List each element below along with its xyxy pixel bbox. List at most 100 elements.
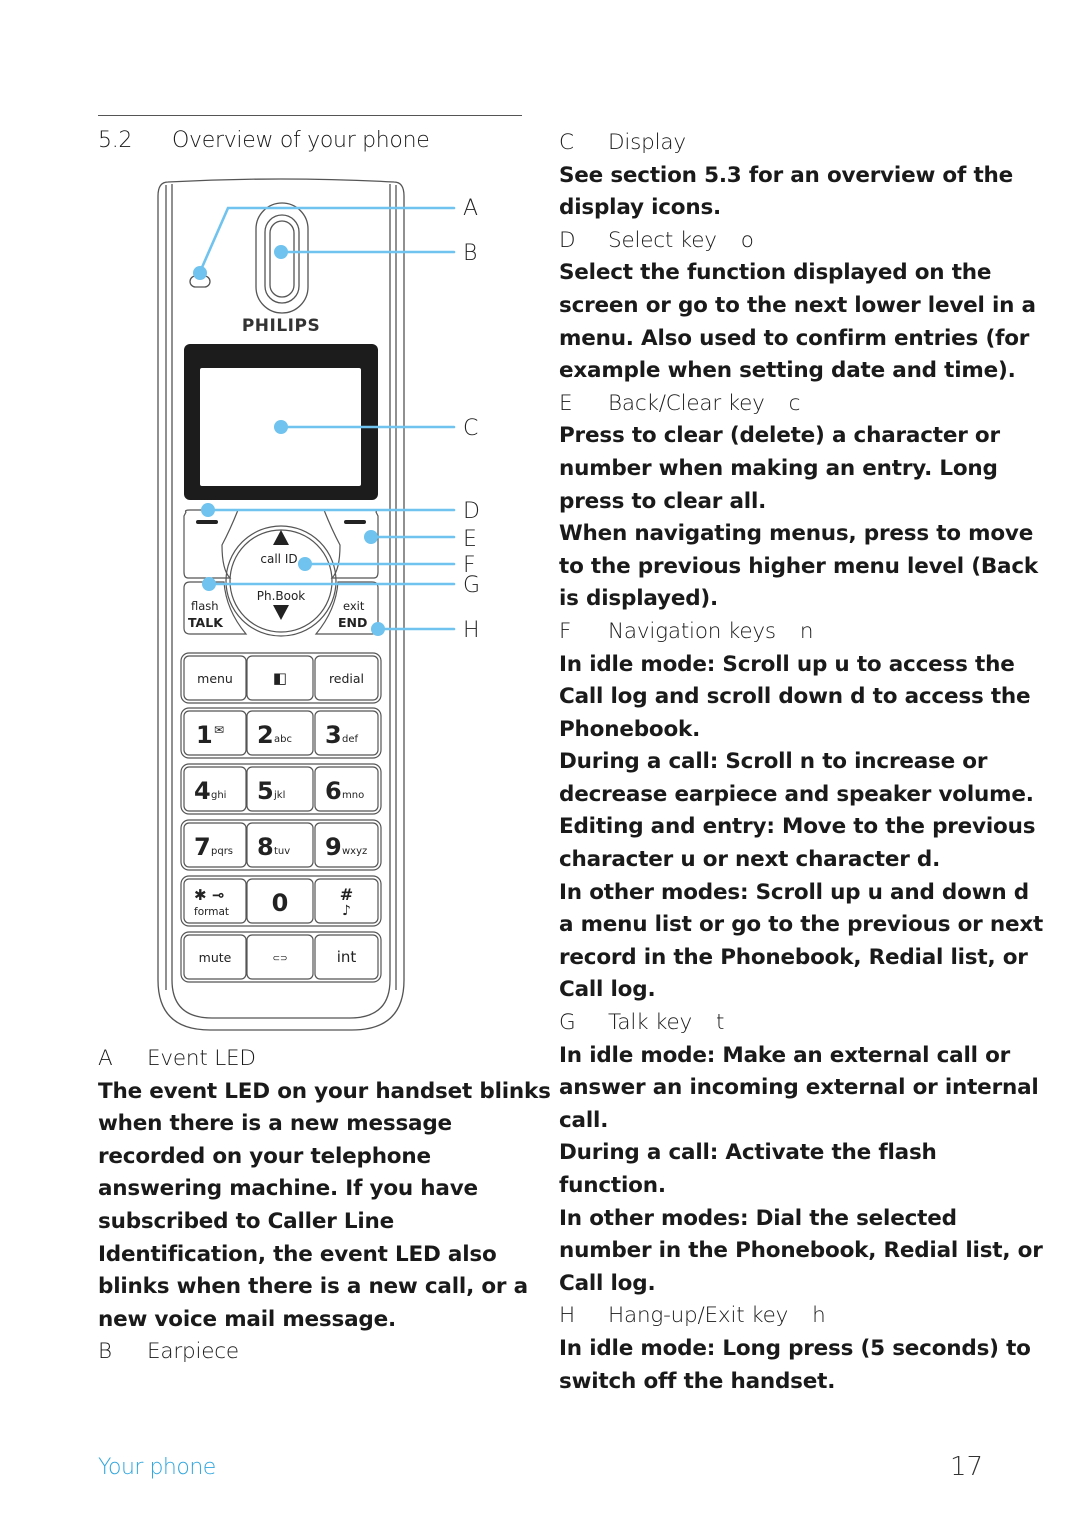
callout-dot-e bbox=[364, 530, 378, 544]
item-b-title: Earpiece bbox=[147, 1339, 239, 1365]
item-f-body-3: Editing and entry: Move to the previous … bbox=[559, 814, 1036, 873]
item-g-body-3: In other modes: Dial the selected number… bbox=[559, 1205, 1043, 1296]
item-f-heading: F Navigation keys n bbox=[559, 616, 1049, 649]
callout-label-h: H bbox=[463, 618, 480, 643]
keypad-key-letters: jkl bbox=[273, 790, 285, 801]
item-b-heading: B Earpiece bbox=[98, 1336, 558, 1369]
footer-section-name: Your phone bbox=[98, 1455, 216, 1480]
nav-down-arrow-icon bbox=[273, 605, 289, 620]
end-key-bottom-label: END bbox=[338, 615, 367, 630]
voicemail-icon: ✉ bbox=[214, 723, 224, 737]
keypad-key-letters: ghi bbox=[211, 790, 226, 801]
keypad-key-letters: pqrs bbox=[211, 846, 233, 857]
item-g-heading: G Talk key t bbox=[559, 1007, 1049, 1040]
item-e-letter: E bbox=[559, 390, 573, 416]
item-a-body: The event LED on your handset blinks whe… bbox=[98, 1078, 551, 1332]
keypad-key-sublabel: format bbox=[194, 906, 229, 918]
item-a-title: Event LED bbox=[147, 1046, 256, 1071]
talk-key-bottom-label: TALK bbox=[188, 615, 224, 630]
item-h-letter: H bbox=[559, 1303, 575, 1329]
item-g-letter: G bbox=[559, 1010, 576, 1036]
page-number: 17 bbox=[950, 1452, 984, 1482]
callout-dot-a bbox=[193, 266, 207, 280]
left-column: A Event LED The event LED on your handse… bbox=[98, 1043, 558, 1369]
keypad-key-digit: 7 bbox=[194, 833, 211, 861]
item-d-letter: D bbox=[559, 227, 576, 253]
nav-up-arrow-icon bbox=[273, 530, 289, 545]
item-h-body: In idle mode: Long press (5 seconds) to … bbox=[559, 1335, 1031, 1394]
keypad-key-label: menu bbox=[197, 671, 233, 686]
keypad-key-label: int bbox=[337, 948, 357, 966]
item-g-body-2: During a call: Activate the flash functi… bbox=[559, 1140, 937, 1198]
keypad-key-letters: def bbox=[342, 734, 359, 745]
back-key-symbol: c bbox=[788, 390, 801, 416]
callout-label-d: D bbox=[463, 499, 480, 524]
callout-label-e: E bbox=[463, 527, 477, 552]
keypad-key-letters: tuv bbox=[274, 846, 290, 857]
keypad-key-sublabel: ♪ bbox=[342, 903, 351, 919]
keypad-key-digit: 0 bbox=[272, 889, 289, 917]
item-d-heading: D Select key o bbox=[559, 225, 1049, 258]
item-g-body-1: In idle mode: Make an external call or a… bbox=[559, 1042, 1039, 1133]
select-key-symbol: o bbox=[740, 227, 754, 253]
callout-dot-d bbox=[201, 503, 215, 517]
callout-dot-c bbox=[274, 420, 288, 434]
keypad-key-symbol: ✱ ⊸ bbox=[194, 886, 224, 904]
keypad-key-letters: mno bbox=[342, 790, 364, 801]
conference-icon: ⊂⊃ bbox=[272, 954, 287, 964]
item-c-heading: C Display bbox=[559, 127, 1049, 160]
speaker-icon: ◧ bbox=[273, 669, 287, 687]
item-g-title: Talk key bbox=[608, 1010, 693, 1036]
callout-label-b: B bbox=[463, 241, 477, 266]
callout-dot-f bbox=[298, 557, 312, 571]
keypad-key-letters: wxyz bbox=[342, 846, 367, 857]
keypad-key-digit: 5 bbox=[257, 777, 274, 805]
callout-dot-g bbox=[202, 577, 216, 591]
nav-up-label: call ID bbox=[260, 552, 297, 566]
keypad-key-digit: 8 bbox=[257, 833, 274, 861]
talk-key-top-label: flash bbox=[191, 599, 219, 613]
nav-key-symbol: n bbox=[799, 618, 814, 644]
callout-label-g: G bbox=[463, 573, 480, 598]
keypad-key-digit: 4 bbox=[194, 777, 211, 805]
item-f-letter: F bbox=[559, 618, 572, 644]
item-a-letter: A bbox=[98, 1046, 113, 1071]
keypad-key-symbol: # bbox=[340, 885, 353, 904]
callout-dot-b bbox=[274, 245, 288, 259]
item-a-heading: A Event LED bbox=[98, 1043, 558, 1076]
callout-line-a bbox=[198, 206, 456, 274]
keypad-key-digit: 9 bbox=[325, 833, 342, 861]
keypad-key-digit: 3 bbox=[325, 721, 342, 749]
item-e-title: Back/Clear key bbox=[608, 390, 765, 416]
item-e-body-1: Press to clear (delete) a character or n… bbox=[559, 423, 1000, 514]
keypad-key-digit: 2 bbox=[257, 721, 274, 749]
phone-illustration: PHILIPS call ID Ph.Book flash TALK exit … bbox=[157, 178, 480, 1031]
item-e-body-2: When navigating menus, press to move to … bbox=[559, 521, 1038, 612]
keypad-key-digit: 6 bbox=[325, 777, 342, 805]
keypad-key-label: mute bbox=[199, 950, 232, 965]
item-f-body-4: In other modes: Scroll up u and down d a… bbox=[559, 879, 1044, 1003]
callout-dot-h bbox=[371, 622, 385, 636]
item-d-title: Select key bbox=[608, 227, 717, 253]
callout-label-a: A bbox=[463, 196, 478, 221]
item-c-title: Display bbox=[608, 130, 686, 155]
keypad-key-label: redial bbox=[329, 671, 364, 686]
nav-down-label: Ph.Book bbox=[257, 589, 306, 603]
item-f-title: Navigation keys bbox=[608, 618, 776, 644]
talk-key-symbol: t bbox=[716, 1010, 725, 1036]
keypad: menu ◧ redial 1 ✉ 2 abc 3 def 4 ghi 5 jkl 6 mno 7 pqrs 8 t… bbox=[180, 652, 382, 983]
item-c-body: See section 5.3 for an overview of the d… bbox=[559, 162, 1014, 221]
item-c-letter: C bbox=[559, 130, 574, 155]
item-h-title: Hang-up/Exit key bbox=[608, 1303, 789, 1329]
hangup-key-symbol: h bbox=[812, 1303, 826, 1329]
keypad-key-letters: abc bbox=[274, 734, 292, 745]
item-b-letter: B bbox=[98, 1339, 112, 1365]
item-d-body: Select the function displayed on the scr… bbox=[559, 260, 1036, 384]
brand-logo: PHILIPS bbox=[242, 316, 320, 336]
item-f-body-1: In idle mode: Scroll up u to access the … bbox=[559, 651, 1031, 742]
keypad-key-digit: 1 bbox=[196, 721, 213, 749]
item-h-heading: H Hang-up/Exit key h bbox=[559, 1300, 1049, 1333]
item-e-heading: E Back/Clear key c bbox=[559, 388, 1049, 421]
end-key-top-label: exit bbox=[343, 599, 365, 613]
right-column: C Display See section 5.3 for an overvie… bbox=[559, 127, 1049, 1398]
